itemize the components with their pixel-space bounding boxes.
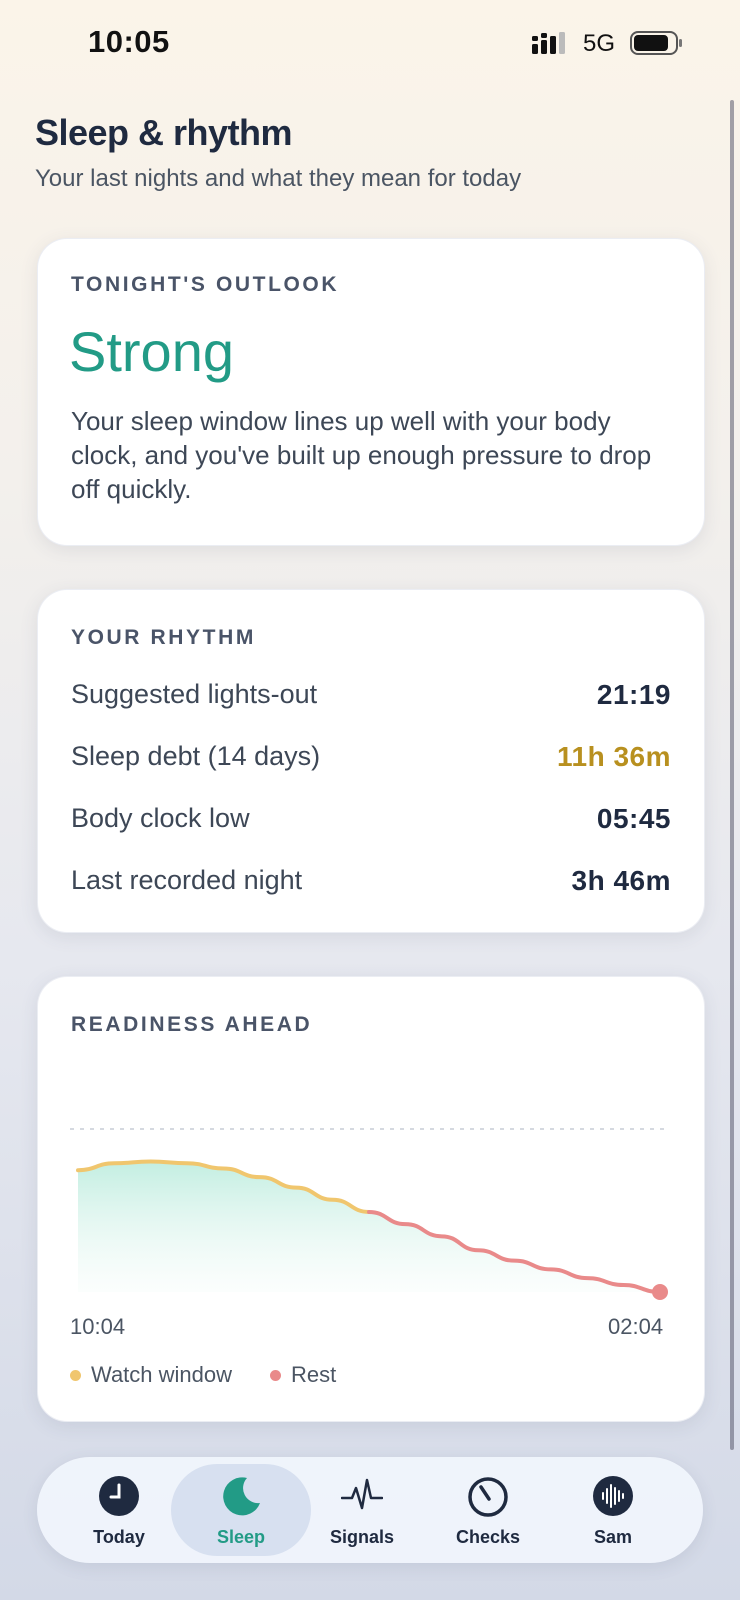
network-type: 5G: [583, 30, 616, 57]
battery-icon: [630, 31, 682, 55]
outlook-label: TONIGHT'S OUTLOOK: [71, 273, 340, 296]
clock-icon: [99, 1476, 139, 1516]
tab-label: Signals: [329, 1527, 395, 1547]
voice-icon: [593, 1476, 633, 1516]
x-axis-start-label: 10:04: [70, 1314, 126, 1339]
row-value: 11h 36m: [556, 741, 671, 772]
row-label: Body clock low: [71, 803, 250, 833]
readiness-card: READINESS AHEAD: [37, 976, 705, 1422]
tab-label: Today: [93, 1527, 145, 1547]
legend-label: Rest: [291, 1362, 337, 1387]
page-subtitle: Your last nights and what they mean for …: [35, 165, 522, 192]
rhythm-card: YOUR RHYTHM Suggested lights-out 21:19 S…: [37, 589, 705, 933]
tab-sam[interactable]: Sam: [548, 1457, 678, 1563]
legend-dot-rest: [270, 1369, 281, 1381]
tab-sleep[interactable]: Sleep: [171, 1464, 311, 1556]
x-axis-end-label: 02:04: [608, 1314, 664, 1339]
rhythm-row-body-clock-low: Body clock low 05:45: [71, 803, 671, 843]
legend-label: Watch window: [91, 1362, 233, 1387]
timer-icon: [468, 1477, 508, 1517]
tab-signals[interactable]: Signals: [297, 1457, 427, 1563]
rhythm-row-sleep-debt: Sleep debt (14 days) 11h 36m: [71, 741, 671, 781]
status-bar: 10:05 5G: [0, 0, 740, 90]
cellular-signal-icon: [532, 32, 565, 54]
legend-dot-watch: [70, 1369, 81, 1381]
outlook-description: Your sleep window lines up well with you…: [71, 406, 652, 504]
rhythm-row-lights-out: Suggested lights-out 21:19: [71, 679, 671, 719]
row-label: Sleep debt (14 days): [71, 741, 321, 771]
rhythm-label: YOUR RHYTHM: [71, 626, 256, 649]
row-value: 21:19: [596, 679, 671, 710]
scrollbar[interactable]: [730, 100, 734, 1450]
pulse-icon: [341, 1478, 383, 1510]
tab-label: Sam: [593, 1527, 633, 1547]
row-value: 05:45: [596, 803, 671, 834]
rhythm-row-last-night: Last recorded night 3h 46m: [71, 865, 671, 905]
tab-checks[interactable]: Checks: [423, 1457, 553, 1563]
tab-label: Checks: [455, 1527, 521, 1547]
moon-icon: [223, 1477, 260, 1516]
outlook-value: Strong: [69, 320, 234, 383]
status-time: 10:05: [88, 24, 170, 59]
page-title: Sleep & rhythm: [35, 112, 293, 153]
tab-today[interactable]: Today: [54, 1457, 184, 1563]
row-value: 3h 46m: [571, 865, 671, 896]
row-label: Suggested lights-out: [71, 679, 318, 709]
legend-rest: Rest: [270, 1360, 336, 1390]
readiness-label: READINESS AHEAD: [71, 1013, 313, 1036]
tab-label: Sleep: [216, 1527, 266, 1547]
row-label: Last recorded night: [71, 865, 303, 895]
outlook-card: TONIGHT'S OUTLOOK Strong Your sleep wind…: [37, 238, 705, 546]
tab-bar: Today Sleep Signals Checks Sam: [37, 1457, 703, 1563]
legend-watch-window: Watch window: [70, 1360, 232, 1390]
